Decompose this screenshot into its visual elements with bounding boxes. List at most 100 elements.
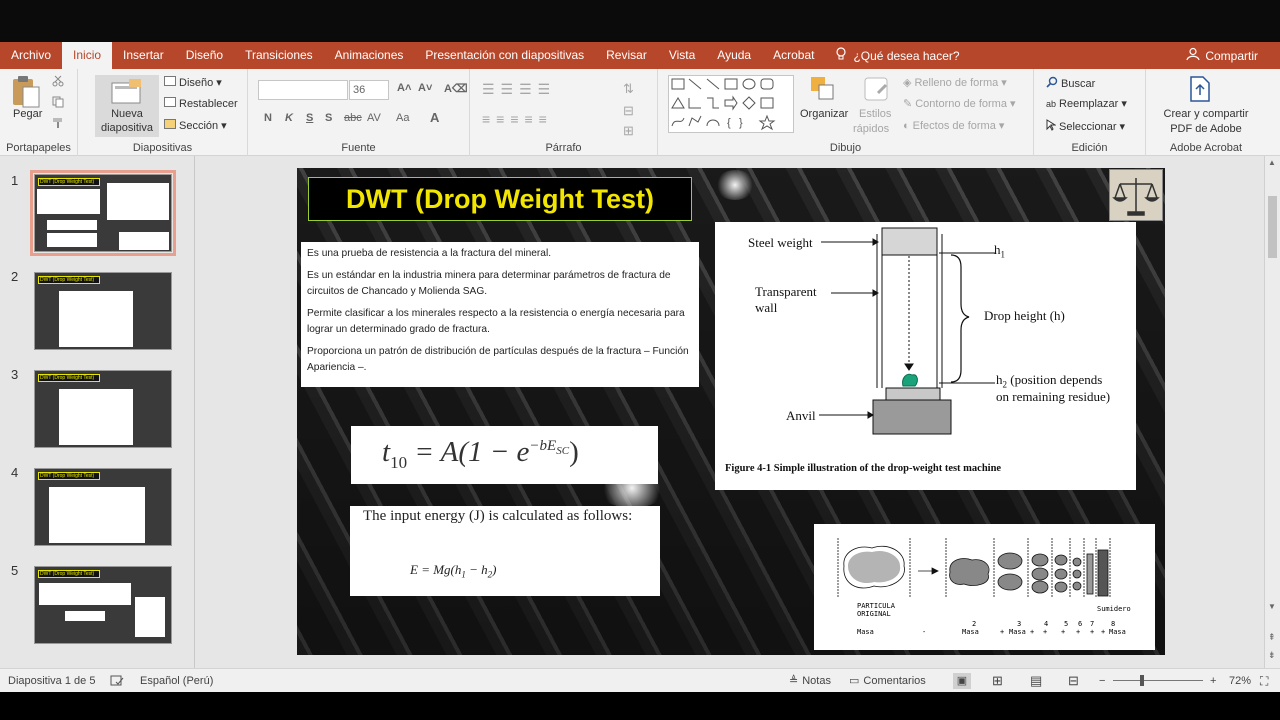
align-icons[interactable]: ≡≡≡≡≡ <box>482 111 553 127</box>
transparent-label: Transparent <box>755 284 817 299</box>
formula-close: ) <box>569 436 579 468</box>
slide-sorter-icon[interactable]: ⊞ <box>992 669 1003 693</box>
zoom-in-icon[interactable]: + <box>1210 669 1216 693</box>
paste-button[interactable]: Pegar <box>13 108 42 120</box>
notes-button[interactable]: ≜ Notas <box>789 669 831 693</box>
section-icon <box>164 119 176 132</box>
quick-styles-icon[interactable] <box>862 75 890 108</box>
group-label-parrafo: Párrafo <box>545 142 582 154</box>
slide-thumbnail-1[interactable]: DWT (Drop Weight Test) <box>30 170 176 256</box>
slide-thumbnail-3[interactable]: DWT (Drop Weight Test) <box>34 370 172 448</box>
energy-formula: E = Mg(h1 − h2) <box>410 562 497 580</box>
text-direction-icon[interactable]: ⇅ <box>623 81 634 97</box>
create-pdf-label-2[interactable]: PDF de Adobe <box>1146 123 1266 135</box>
tab-ayuda[interactable]: Ayuda <box>706 42 762 69</box>
quick-styles-label-2[interactable]: rápidos <box>853 123 889 135</box>
tab-transiciones[interactable]: Transiciones <box>234 42 324 69</box>
new-slide-button[interactable]: Nueva diapositiva <box>95 75 159 137</box>
replace-button[interactable]: ab Reemplazar ▾ <box>1046 97 1127 111</box>
reading-view-icon[interactable]: ▤ <box>1030 669 1042 693</box>
slide-thumbnail-2[interactable]: DWT (Drop Weight Test) <box>34 272 172 350</box>
section-button[interactable]: Sección ▾ <box>164 119 227 132</box>
fit-to-window-icon[interactable]: ⛶ <box>1260 669 1268 693</box>
slide-thumbnail-5[interactable]: DWT (Drop Weight Test) <box>34 566 172 644</box>
format-painter-icon[interactable] <box>52 117 64 129</box>
zoom-slider[interactable] <box>1113 669 1203 693</box>
pdf-share-icon[interactable] <box>1188 75 1212 108</box>
tab-insertar[interactable]: Insertar <box>112 42 175 69</box>
find-button[interactable]: Buscar <box>1046 76 1095 91</box>
scroll-up-icon[interactable]: ▲ <box>1268 158 1276 167</box>
thumbnail-chart <box>59 389 133 445</box>
zoom-out-icon[interactable]: − <box>1099 669 1105 693</box>
shapes-gallery[interactable]: {} <box>668 75 794 133</box>
comments-label: Comentarios <box>863 675 926 687</box>
tab-presentacion[interactable]: Presentación con diapositivas <box>414 42 595 69</box>
shape-fill-button[interactable]: ◈ Relleno de forma ▾ <box>903 76 1007 90</box>
share-button[interactable]: Compartir <box>1186 42 1258 69</box>
slide-thumbnail-pane[interactable]: 1 DWT (Drop Weight Test) 2 DWT (Drop Wei… <box>0 156 195 668</box>
font-name-field[interactable] <box>258 80 348 100</box>
tab-revisar[interactable]: Revisar <box>595 42 658 69</box>
scrollbar-thumb[interactable] <box>1268 196 1277 258</box>
slide-title[interactable]: DWT (Drop Weight Test) <box>308 177 692 221</box>
tell-me-box[interactable]: ¿Qué desea hacer? <box>825 47 969 64</box>
tab-inicio[interactable]: Inicio <box>62 42 113 69</box>
smartart-icon[interactable]: ⊞ <box>623 123 634 139</box>
drop-weight-machine-figure[interactable]: Steel weight Transparent wall h1 Drop he… <box>715 222 1136 490</box>
thumbnail-text-box <box>37 189 100 214</box>
shape-outline-button[interactable]: ✎ Contorno de forma ▾ <box>903 97 1015 111</box>
layout-icon <box>164 76 176 89</box>
energy-formula-box[interactable]: The input energy (J) is calculated as fo… <box>350 506 660 596</box>
select-button[interactable]: Seleccionar ▾ <box>1046 119 1125 134</box>
t10-formula-box[interactable]: t10 = A(1 − e−bESC) <box>351 426 658 484</box>
cut-icon[interactable] <box>52 75 64 87</box>
shadow-button[interactable]: S <box>325 112 332 124</box>
arrange-icon[interactable] <box>809 75 837 108</box>
tab-diseno[interactable]: Diseño <box>175 42 234 69</box>
underline-button[interactable]: S <box>306 112 313 124</box>
font-size-field[interactable]: 36 <box>349 80 389 100</box>
quick-styles-label-1[interactable]: Estilos <box>859 108 891 120</box>
grow-font-icon[interactable]: A˄ <box>397 82 411 94</box>
chevron-down-icon: ▾ <box>1119 121 1126 133</box>
current-slide[interactable]: DWT (Drop Weight Test) Es una prueba de … <box>297 168 1165 655</box>
zoom-level[interactable]: 72% <box>1229 669 1251 693</box>
group-label-fuente: Fuente <box>341 142 376 154</box>
slideshow-icon[interactable]: ⊟ <box>1068 669 1079 693</box>
tab-archivo[interactable]: Archivo <box>0 42 62 69</box>
reset-button[interactable]: Restablecer <box>164 97 238 110</box>
bold-button[interactable]: N <box>264 112 272 124</box>
change-case-button[interactable]: Aa <box>396 112 409 124</box>
previous-slide-icon[interactable]: ⇞ <box>1268 632 1276 643</box>
clear-format-icon[interactable]: A⌫ <box>444 82 468 95</box>
scroll-down-icon[interactable]: ▼ <box>1268 602 1276 611</box>
font-color-icon[interactable]: A <box>430 110 439 125</box>
bullet-text-box[interactable]: Es una prueba de resistencia a la fractu… <box>301 242 699 387</box>
shape-effects-button[interactable]: ◐ Efectos de forma ▾ <box>903 119 1004 133</box>
tab-animaciones[interactable]: Animaciones <box>324 42 415 69</box>
italic-button[interactable]: K <box>285 112 293 124</box>
align-text-icon[interactable]: ⊟ <box>623 103 634 119</box>
num-8: 8 <box>1111 620 1116 628</box>
zoom-thumb[interactable] <box>1140 675 1144 686</box>
char-spacing-button[interactable]: AV <box>367 112 381 124</box>
spellcheck-icon[interactable] <box>110 669 124 693</box>
strikethrough-button[interactable]: abc <box>344 112 362 124</box>
slide-thumbnail-4[interactable]: DWT (Drop Weight Test) <box>34 468 172 546</box>
tab-acrobat[interactable]: Acrobat <box>762 42 825 69</box>
normal-view-button[interactable]: ▣ <box>953 669 971 693</box>
comments-button[interactable]: ▭ Comentarios <box>849 669 926 693</box>
vertical-scrollbar[interactable]: ▲ ▼ ⇞ ⇟ <box>1264 156 1280 668</box>
copy-icon[interactable] <box>52 96 64 108</box>
slide-counter[interactable]: Diapositiva 1 de 5 <box>8 669 95 693</box>
create-pdf-label-1[interactable]: Crear y compartir <box>1146 108 1266 120</box>
tab-vista[interactable]: Vista <box>658 42 706 69</box>
appearance-function-figure[interactable]: PARTICULA ORIGINAL Sumidero Masa - 2 Mas… <box>814 524 1155 650</box>
shrink-font-icon[interactable]: A˅ <box>418 82 432 94</box>
layout-button[interactable]: Diseño ▾ <box>164 76 222 89</box>
list-icons[interactable]: ☰☰☰☰ <box>482 81 556 98</box>
next-slide-icon[interactable]: ⇟ <box>1268 650 1276 661</box>
arrange-button[interactable]: Organizar <box>800 108 848 120</box>
language-indicator[interactable]: Español (Perú) <box>140 669 213 693</box>
